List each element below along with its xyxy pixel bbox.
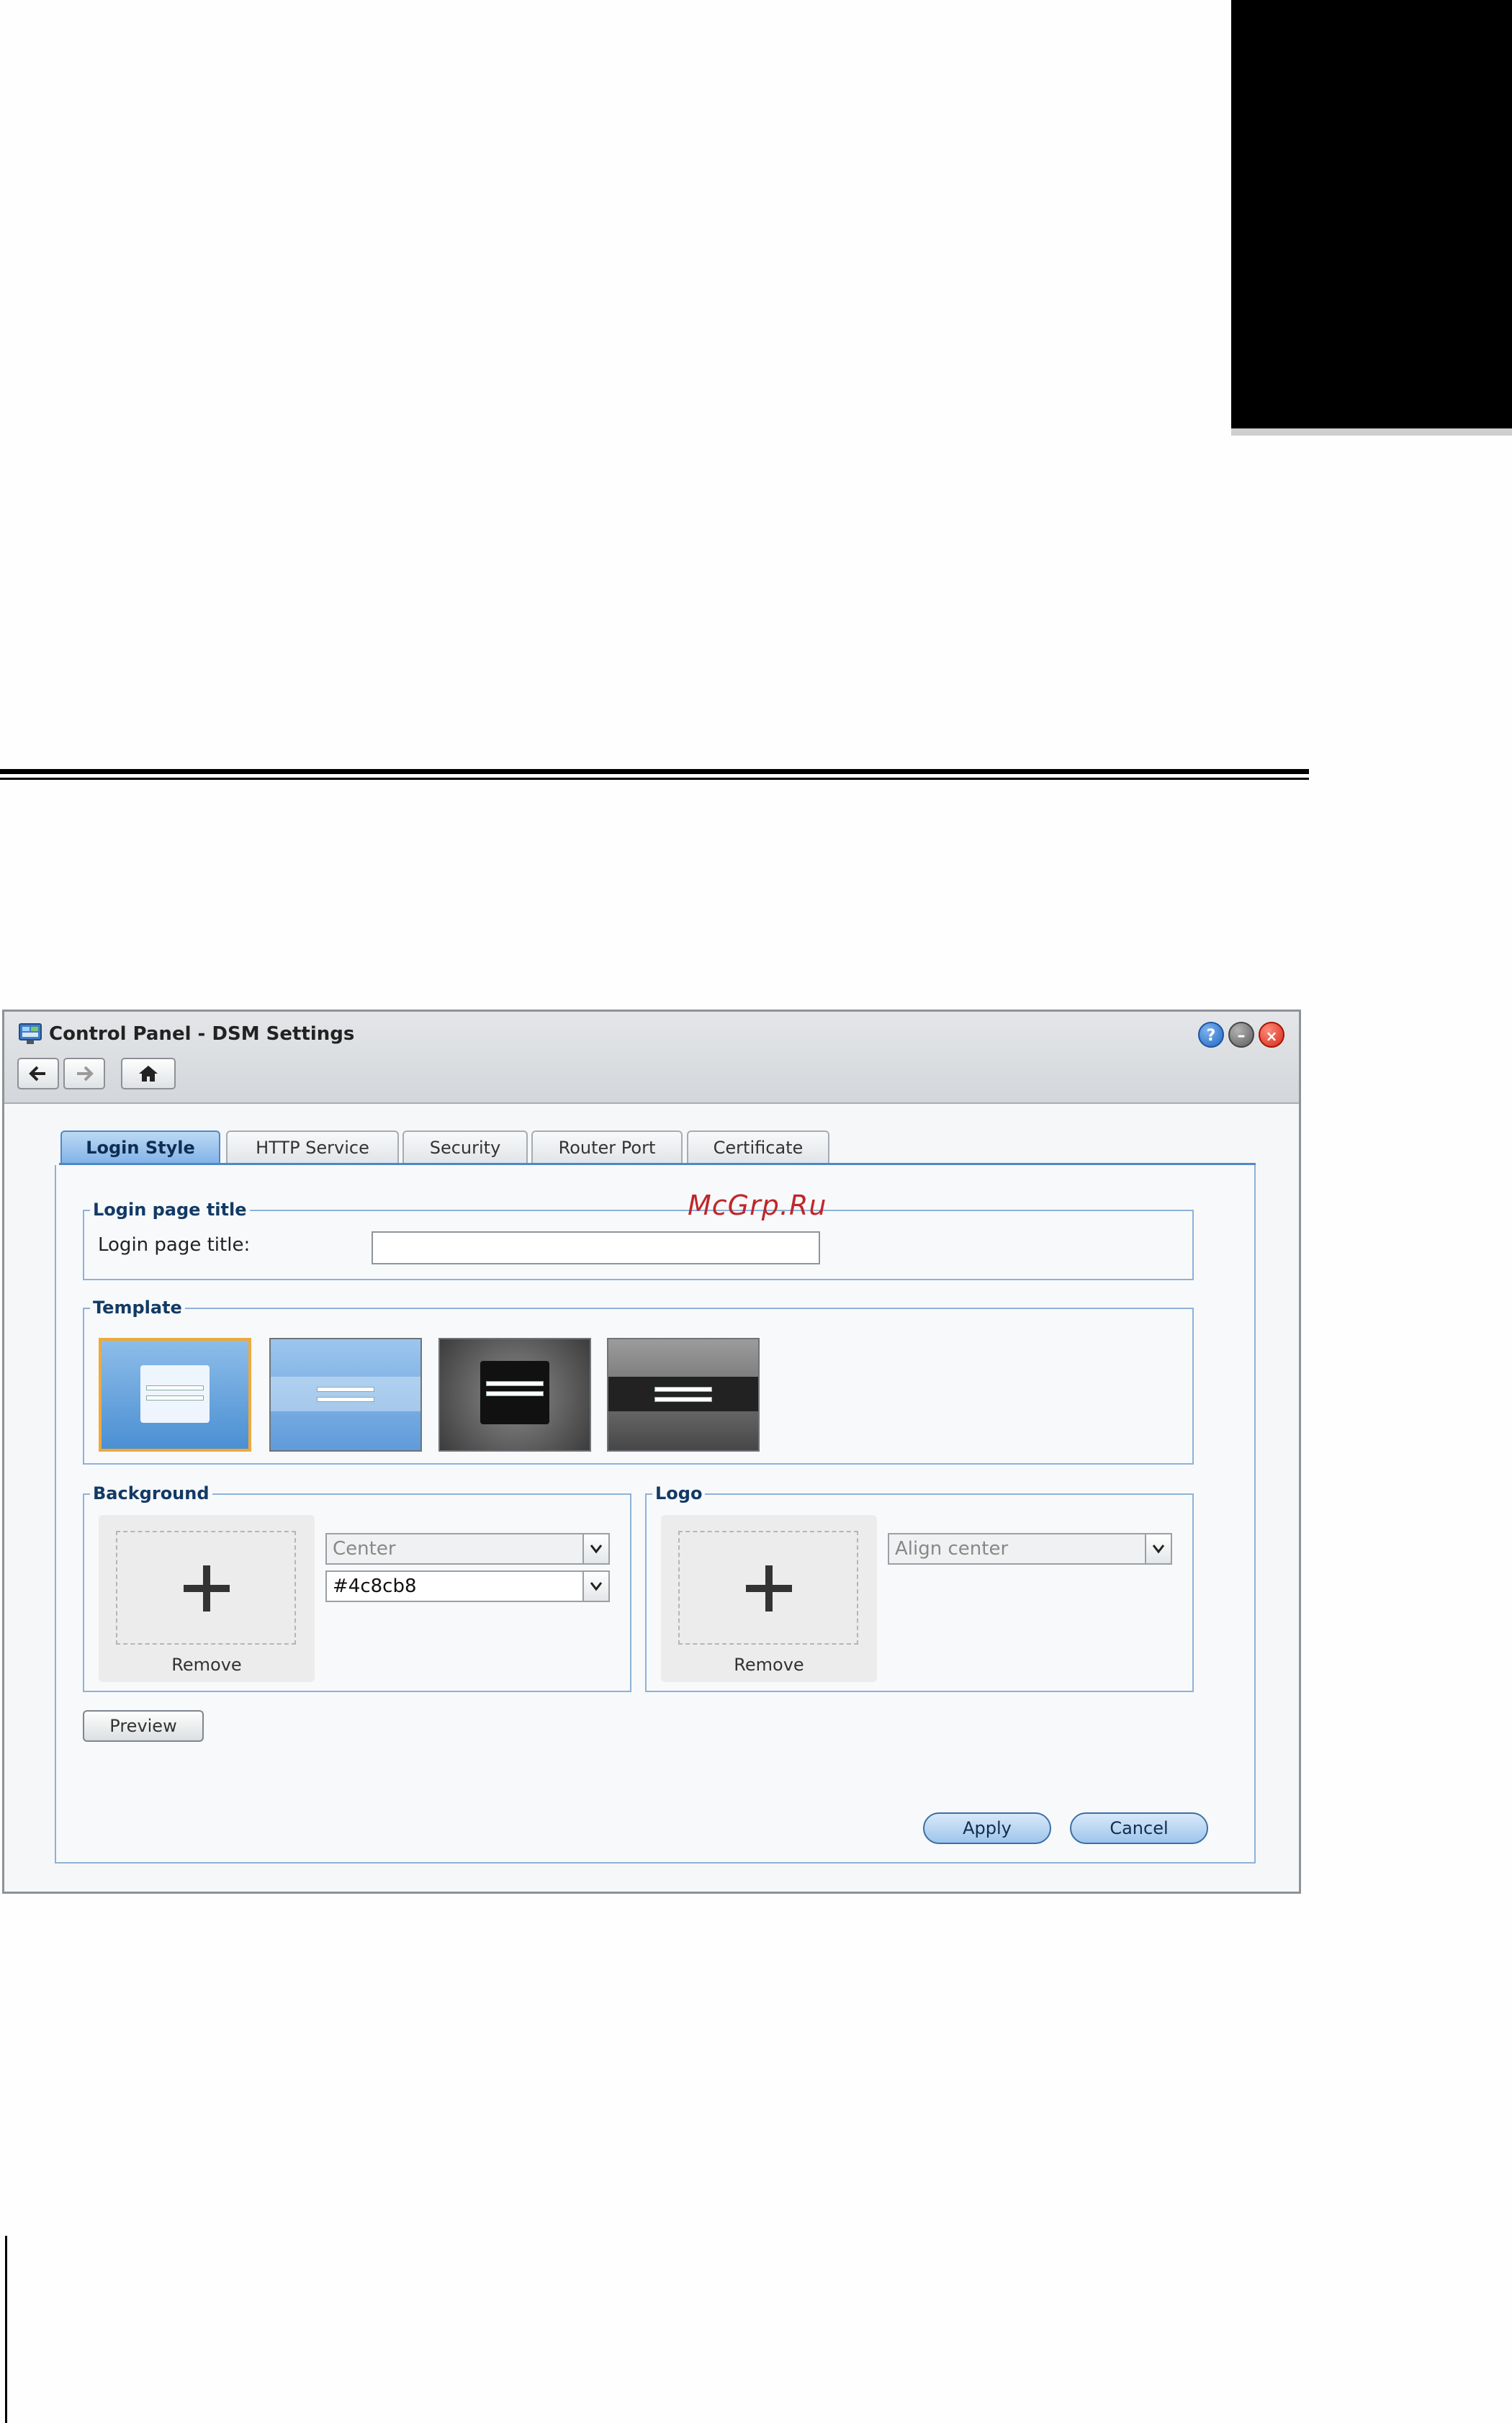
template-preview-field: [654, 1387, 712, 1392]
tab-login-style[interactable]: Login Style: [60, 1130, 220, 1165]
preview-button[interactable]: Preview: [83, 1710, 204, 1742]
tab-certificate[interactable]: Certificate: [687, 1130, 829, 1164]
chevron-down-icon: [1145, 1534, 1171, 1563]
plus-icon: [746, 1565, 792, 1611]
background-color-select[interactable]: #4c8cb8: [325, 1570, 610, 1602]
close-icon[interactable]: ×: [1259, 1022, 1284, 1048]
home-icon: [139, 1066, 158, 1082]
plus-icon: [184, 1565, 230, 1611]
template-preview-field: [654, 1397, 712, 1402]
template-preview-field: [486, 1381, 544, 1386]
template-thumbnail-1[interactable]: [99, 1338, 251, 1452]
arrow-right-icon: [77, 1066, 94, 1082]
login-title-label: Login page title:: [98, 1234, 251, 1256]
template-preview-field: [317, 1397, 374, 1402]
template-thumbnail-3[interactable]: [438, 1338, 591, 1452]
login-title-input[interactable]: [372, 1231, 820, 1264]
template-preview-field: [146, 1395, 204, 1401]
forward-button[interactable]: [63, 1058, 105, 1089]
tab-http-service[interactable]: HTTP Service: [226, 1130, 399, 1164]
logo-upload-area[interactable]: Remove: [661, 1515, 877, 1682]
section-rule-thin: [0, 778, 1309, 780]
apply-button[interactable]: Apply: [923, 1812, 1051, 1844]
cancel-button[interactable]: Cancel: [1070, 1812, 1208, 1844]
template-preview-field: [146, 1385, 204, 1390]
chevron-down-icon: [582, 1534, 608, 1563]
back-button[interactable]: [17, 1058, 59, 1089]
background-upload-area[interactable]: Remove: [99, 1515, 315, 1682]
template-preview-card: [140, 1365, 210, 1423]
template-preview-band: [608, 1377, 758, 1411]
section-rule-thick: [0, 769, 1309, 774]
logo-remove-link[interactable]: Remove: [661, 1655, 877, 1675]
tab-security[interactable]: Security: [402, 1130, 528, 1164]
template-thumbnail-4[interactable]: [607, 1338, 760, 1452]
background-legend: Background: [90, 1483, 212, 1503]
login-title-legend: Login page title: [90, 1200, 250, 1220]
arrow-left-icon: [29, 1066, 45, 1082]
template-preview-field: [486, 1391, 544, 1396]
template-preview-band: [271, 1377, 420, 1411]
help-icon[interactable]: ?: [1198, 1022, 1224, 1048]
tab-router-port[interactable]: Router Port: [531, 1130, 683, 1164]
background-remove-link[interactable]: Remove: [99, 1655, 315, 1675]
home-button[interactable]: [121, 1058, 176, 1089]
background-position-value: Center: [333, 1538, 396, 1560]
window-title: Control Panel - DSM Settings: [49, 1023, 355, 1045]
template-thumbnail-2[interactable]: [269, 1338, 422, 1452]
template-preview-field: [317, 1387, 374, 1392]
logo-align-select[interactable]: Align center: [888, 1533, 1172, 1565]
title-bar: Control Panel - DSM Settings ? – ×: [4, 1012, 1299, 1104]
logo-legend: Logo: [652, 1483, 706, 1503]
chapter-tab-shadow: [1231, 428, 1512, 436]
chapter-tab-block: [1231, 0, 1512, 428]
background-position-select[interactable]: Center: [325, 1533, 610, 1565]
chevron-down-icon: [582, 1572, 608, 1601]
template-legend: Template: [90, 1298, 185, 1318]
page-margin-line: [5, 2236, 7, 2423]
control-panel-icon: [19, 1023, 42, 1044]
background-color-value: #4c8cb8: [333, 1575, 417, 1597]
logo-align-value: Align center: [895, 1538, 1009, 1560]
watermark-text: McGrp.Ru: [688, 1190, 827, 1221]
minimize-icon[interactable]: –: [1228, 1022, 1254, 1048]
